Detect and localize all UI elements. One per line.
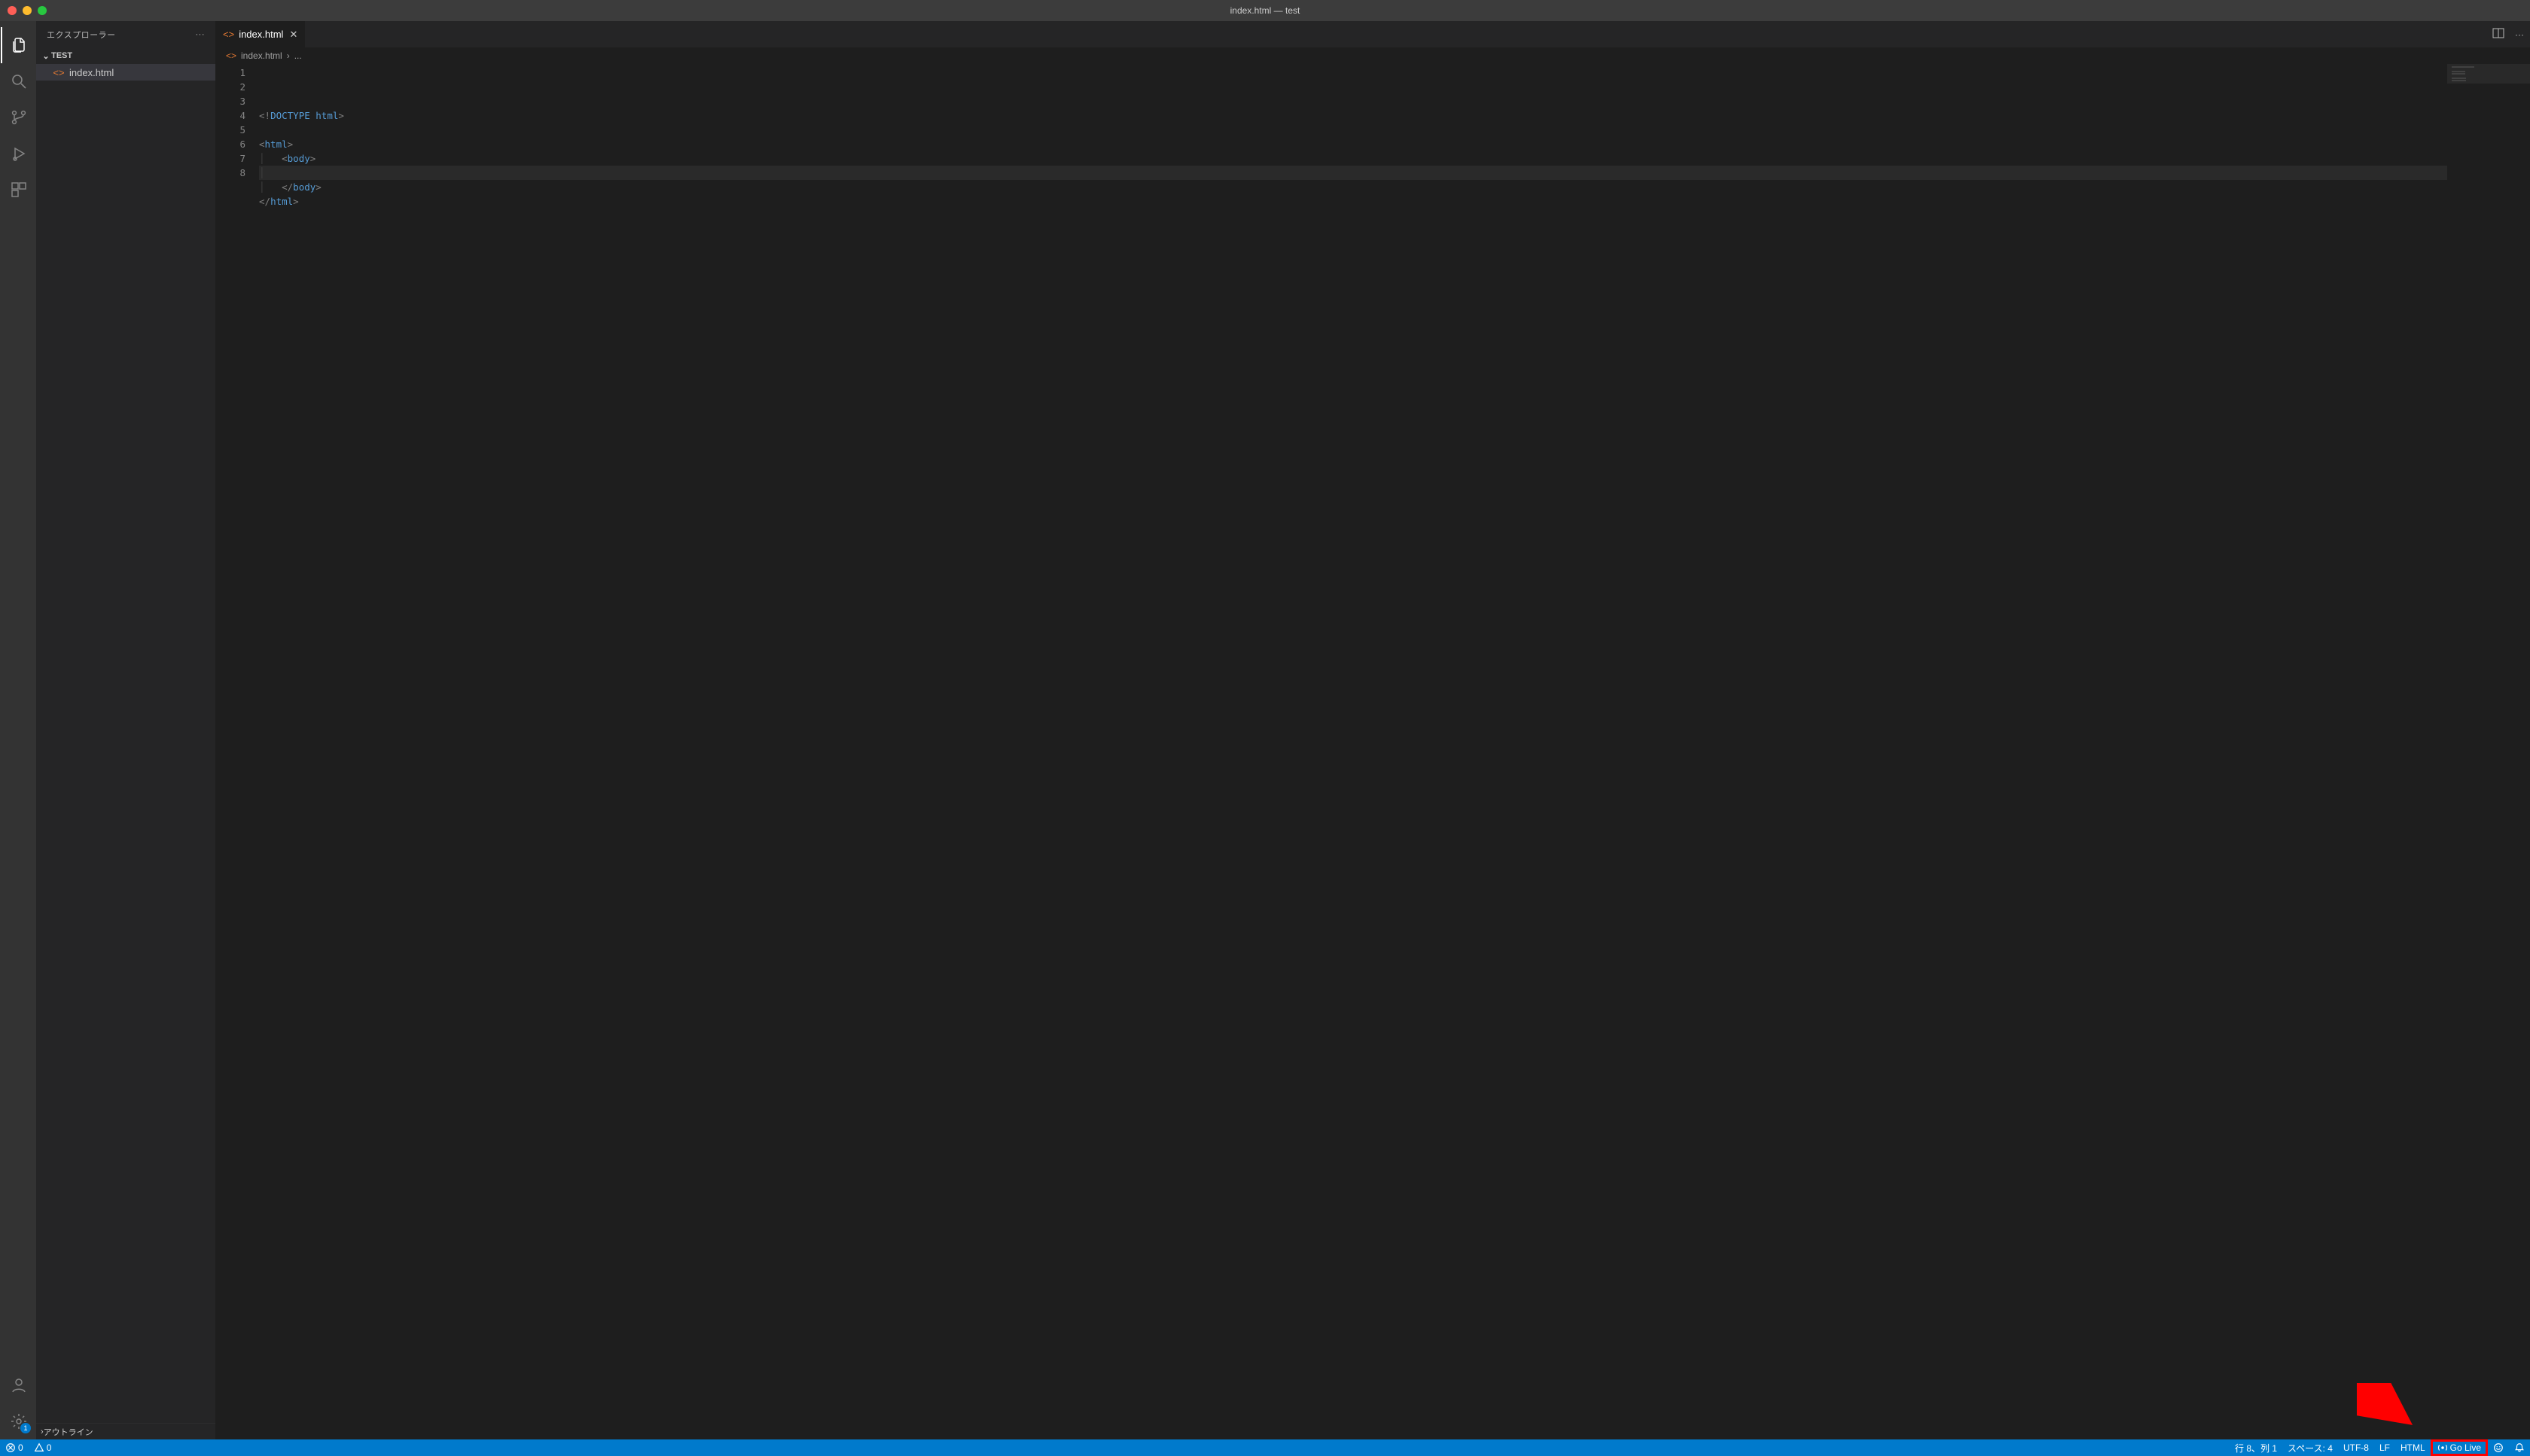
close-tab-button[interactable]: ✕	[289, 29, 297, 41]
activity-run-debug[interactable]	[1, 136, 37, 172]
status-language[interactable]: HTML	[2395, 1439, 2431, 1456]
breadcrumbs[interactable]: <> index.html › ...	[215, 47, 2530, 64]
warning-icon	[34, 1442, 44, 1453]
explorer-title: エクスプローラー	[47, 29, 116, 41]
git-branch-icon	[10, 108, 28, 126]
activity-settings[interactable]: 1	[1, 1403, 37, 1439]
status-go-live[interactable]: Go Live	[2431, 1439, 2488, 1456]
tab-label: index.html	[239, 29, 283, 40]
files-icon	[10, 36, 28, 54]
minimize-window-button[interactable]	[23, 6, 32, 15]
file-item[interactable]: <> index.html	[36, 64, 215, 81]
status-bar: 0 0 行 8、列 1 スペース: 4 UTF-8 LF HTML Go Liv…	[0, 1439, 2530, 1456]
explorer-header: エクスプローラー ···	[36, 21, 215, 47]
activity-search[interactable]	[1, 63, 37, 99]
activity-source-control[interactable]	[1, 99, 37, 136]
outline-label: アウトライン	[44, 1426, 93, 1438]
status-encoding[interactable]: UTF-8	[2338, 1439, 2374, 1456]
line-number-gutter: 12345678	[215, 64, 259, 1439]
status-feedback[interactable]	[2488, 1439, 2509, 1456]
file-list: <> index.html	[36, 64, 215, 1423]
split-editor-button[interactable]	[2492, 27, 2504, 41]
breadcrumb-separator: ›	[287, 50, 290, 61]
status-notifications[interactable]	[2509, 1439, 2530, 1456]
settings-badge: 1	[20, 1423, 31, 1433]
search-icon	[10, 72, 28, 90]
breadcrumb-file: index.html	[241, 50, 282, 61]
status-cursor-position[interactable]: 行 8、列 1	[2230, 1439, 2282, 1456]
html-file-icon: <>	[223, 29, 234, 40]
folder-name: TEST	[51, 51, 72, 60]
explorer-more-button[interactable]: ···	[196, 30, 206, 39]
breadcrumb-trail: ...	[294, 50, 302, 61]
account-icon	[10, 1376, 28, 1394]
error-count: 0	[18, 1442, 23, 1453]
tab-index-html[interactable]: <> index.html ✕	[215, 21, 306, 47]
activity-bar: 1	[0, 21, 36, 1439]
go-live-label: Go Live	[2450, 1442, 2481, 1453]
feedback-icon	[2493, 1442, 2504, 1453]
status-errors[interactable]: 0	[0, 1439, 29, 1456]
activity-accounts[interactable]	[1, 1367, 37, 1403]
error-icon	[5, 1442, 16, 1453]
split-icon	[2492, 27, 2504, 39]
chevron-down-icon: ⌄	[41, 51, 51, 61]
warning-count: 0	[47, 1442, 52, 1453]
html-file-icon: <>	[226, 50, 236, 61]
status-indentation[interactable]: スペース: 4	[2282, 1439, 2338, 1456]
close-window-button[interactable]	[8, 6, 17, 15]
window-controls	[0, 6, 47, 15]
activity-extensions[interactable]	[1, 172, 37, 208]
title-bar: index.html — test	[0, 0, 2530, 21]
debug-icon	[10, 145, 28, 163]
extensions-icon	[10, 181, 28, 199]
tab-bar: <> index.html ✕ ···	[215, 21, 2530, 47]
code-area[interactable]: <!DOCTYPE html> <html>│ <body>│ │ </body…	[259, 64, 2447, 1439]
editor-content[interactable]: 12345678 <!DOCTYPE html> <html>│ <body>│…	[215, 64, 2530, 1439]
status-warnings[interactable]: 0	[29, 1439, 57, 1456]
broadcast-icon	[2437, 1442, 2448, 1453]
outline-section-toggle[interactable]: › アウトライン	[36, 1423, 215, 1439]
html-file-icon: <>	[53, 67, 65, 78]
file-label: index.html	[69, 67, 114, 78]
editor-more-button[interactable]: ···	[2515, 29, 2524, 40]
minimap[interactable]	[2447, 64, 2530, 1439]
activity-explorer[interactable]	[1, 27, 37, 63]
zoom-window-button[interactable]	[38, 6, 47, 15]
explorer-sidebar: エクスプローラー ··· ⌄ TEST <> index.html › アウトラ…	[36, 21, 215, 1439]
window-title: index.html — test	[0, 5, 2530, 16]
editor-area: <> index.html ✕ ··· <> index.html › ... …	[215, 21, 2530, 1439]
bell-icon	[2514, 1442, 2525, 1453]
status-eol[interactable]: LF	[2374, 1439, 2395, 1456]
folder-section-toggle[interactable]: ⌄ TEST	[36, 47, 215, 64]
